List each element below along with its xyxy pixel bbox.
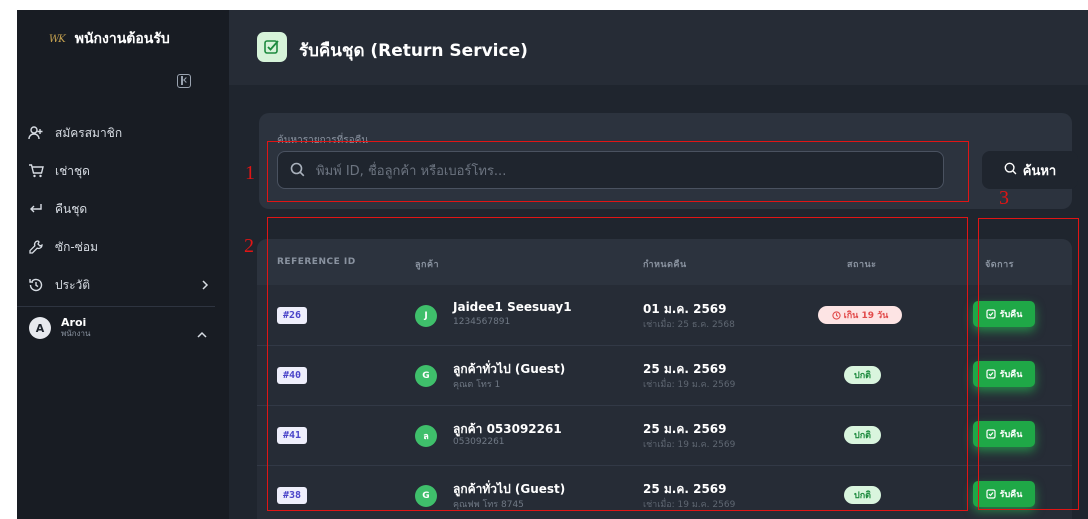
sidebar-collapse-icon[interactable] bbox=[177, 74, 191, 88]
sidebar-item-label: สมัครสมาชิก bbox=[55, 125, 123, 140]
sidebar-item-laundry-repair[interactable]: ซัก-ซ่อม bbox=[17, 228, 229, 266]
sidebar-item-return[interactable]: คืนชุด bbox=[17, 190, 229, 228]
user-plus-icon bbox=[26, 124, 46, 142]
sidebar-item-label: ประวัติ bbox=[55, 277, 91, 292]
user-menu[interactable]: A Aroi พนักงาน bbox=[29, 317, 219, 339]
wrench-icon bbox=[26, 238, 46, 256]
checkbox-edit-icon bbox=[257, 32, 287, 62]
annotation-box-search bbox=[267, 141, 969, 202]
user-role: พนักงาน bbox=[61, 329, 91, 338]
sidebar-item-register[interactable]: สมัครสมาชิก bbox=[17, 114, 229, 152]
annotation-label-3: 3 bbox=[999, 187, 1009, 209]
chevron-up-icon[interactable] bbox=[197, 324, 207, 343]
history-icon bbox=[26, 276, 46, 294]
annotation-box-table bbox=[267, 217, 968, 511]
annotation-label-1: 1 bbox=[245, 162, 255, 184]
search-button[interactable]: ค้นหา bbox=[982, 151, 1078, 189]
sidebar-item-history[interactable]: ประวัติ bbox=[17, 266, 229, 304]
sidebar-nav: สมัครสมาชิก เช่าชุด คืนชุด ซัก-ซ่อม ประว… bbox=[17, 114, 229, 307]
sidebar-item-label: เช่าชุด bbox=[55, 163, 90, 178]
sidebar: WK พนักงานต้อนรับ สมัครสมาชิก เช่าชุด คื… bbox=[17, 10, 229, 519]
page-header: รับคืนชุด (Return Service) bbox=[229, 10, 1088, 85]
cart-icon bbox=[26, 162, 46, 180]
annotation-box-actions bbox=[978, 218, 1079, 510]
brand: WK พนักงานต้อนรับ bbox=[49, 28, 170, 50]
search-button-label: ค้นหา bbox=[1022, 163, 1057, 179]
brand-title: พนักงานต้อนรับ bbox=[74, 31, 170, 47]
avatar: A bbox=[29, 317, 51, 339]
sidebar-divider bbox=[17, 306, 215, 307]
sidebar-item-rent[interactable]: เช่าชุด bbox=[17, 152, 229, 190]
brand-logo: WK bbox=[49, 33, 66, 45]
search-icon bbox=[1004, 162, 1017, 179]
return-arrow-icon bbox=[26, 200, 46, 218]
annotation-label-2: 2 bbox=[244, 235, 254, 257]
page-title: รับคืนชุด (Return Service) bbox=[299, 41, 528, 61]
user-info: Aroi พนักงาน bbox=[61, 317, 90, 339]
user-name: Aroi bbox=[61, 316, 87, 329]
sidebar-item-label: ซัก-ซ่อม bbox=[55, 239, 99, 254]
chevron-right-icon bbox=[201, 279, 209, 293]
sidebar-item-label: คืนชุด bbox=[55, 201, 88, 216]
